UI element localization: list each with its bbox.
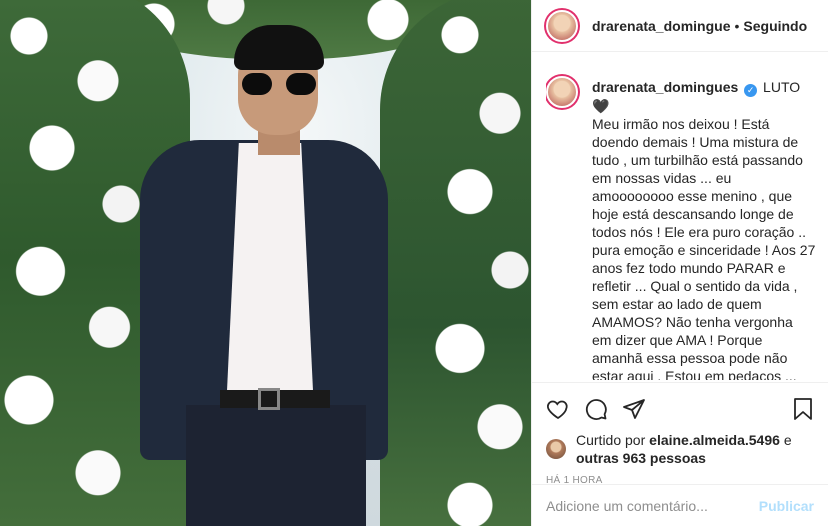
caption-lead: LUTO xyxy=(763,79,801,95)
bookmark-icon[interactable] xyxy=(792,397,814,421)
post-header: drarenata_domingue • Seguindo xyxy=(532,0,828,52)
floral-arch-right xyxy=(380,0,531,526)
caption-body: drarenata_domingues ✓ LUTO 🖤 Meu irmão n… xyxy=(592,78,816,380)
sunglasses xyxy=(242,73,316,95)
liker-username[interactable]: elaine.almeida.5496 xyxy=(649,432,780,448)
belt-buckle xyxy=(258,388,280,410)
verified-icon: ✓ xyxy=(744,84,758,97)
caption-username[interactable]: drarenata_domingues xyxy=(592,79,738,95)
action-icons xyxy=(546,391,814,427)
avatar[interactable] xyxy=(546,9,578,42)
comment-bar: Publicar xyxy=(532,484,828,526)
liker-avatar[interactable] xyxy=(546,439,566,459)
likes-summary: Curtido por elaine.almeida.5496 e outras… xyxy=(546,431,814,467)
caption-avatar[interactable] xyxy=(546,76,578,108)
follow-status-button[interactable]: Seguindo xyxy=(743,18,807,34)
person-hair xyxy=(234,25,324,70)
comment-input[interactable] xyxy=(546,497,759,514)
heart-icon[interactable] xyxy=(546,397,570,421)
share-icon[interactable] xyxy=(622,397,646,421)
post-side-panel: drarenata_domingue • Seguindo drarenata_… xyxy=(531,0,828,526)
post-photo[interactable] xyxy=(0,0,531,526)
likes-prefix: Curtido por xyxy=(576,432,646,448)
caption: drarenata_domingues ✓ LUTO 🖤 Meu irmão n… xyxy=(546,60,816,380)
publish-button[interactable]: Publicar xyxy=(759,498,814,514)
post-actions: Curtido por elaine.almeida.5496 e outras… xyxy=(532,382,828,486)
photo-person xyxy=(140,25,400,526)
person-pants xyxy=(186,405,366,526)
header-separator: • xyxy=(734,17,740,34)
comment-icon[interactable] xyxy=(584,397,608,421)
caption-text: Meu irmão nos deixou ! Está doendo demai… xyxy=(592,116,816,380)
black-heart-emoji: 🖤 xyxy=(592,98,610,114)
likes-connector: e xyxy=(783,432,792,448)
header-username[interactable]: drarenata_domingue xyxy=(592,18,730,34)
likes-others-link[interactable]: outras 963 pessoas xyxy=(576,450,706,466)
